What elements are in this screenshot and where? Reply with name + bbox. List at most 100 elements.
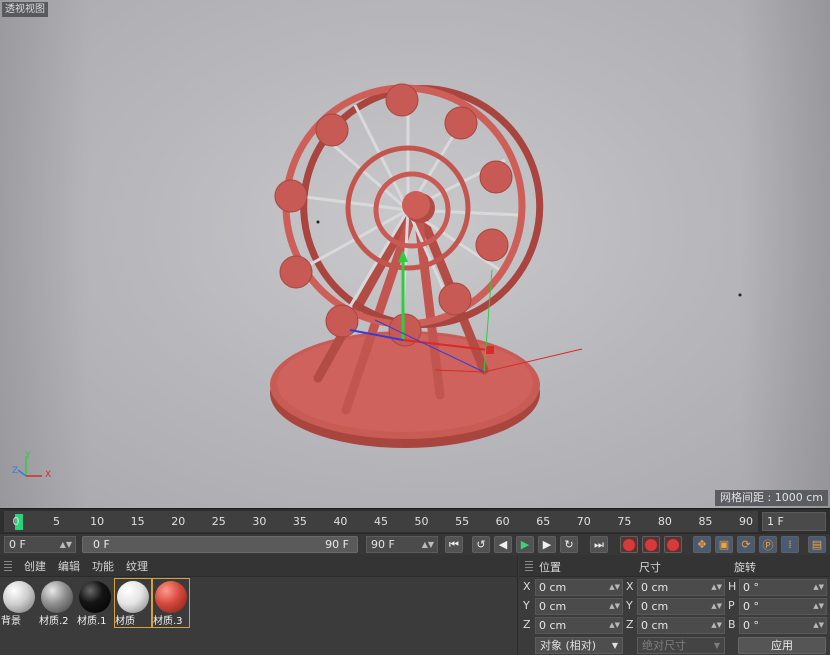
play-icon: ▶ bbox=[520, 538, 530, 551]
range-start-label: 0 F bbox=[93, 538, 110, 551]
spinner-icon[interactable]: ▲▼ bbox=[609, 618, 620, 633]
position-z-field[interactable]: 0 cm ▲▼ bbox=[535, 617, 623, 634]
prev-key-button[interactable]: ↺ bbox=[472, 536, 490, 553]
timeline-ruler[interactable]: 0 5 10 15 20 25 30 35 40 45 50 55 60 65 70 75 80 85 90 1 F bbox=[0, 508, 830, 533]
timeline-tick-label: 65 bbox=[536, 515, 551, 528]
size-header: 尺寸 bbox=[639, 561, 661, 574]
move-key-button[interactable]: ✥ bbox=[693, 536, 711, 553]
spinner-icon[interactable]: ▲▼ bbox=[813, 618, 824, 633]
position-x-field[interactable]: 0 cm ▲▼ bbox=[535, 579, 623, 596]
position-y-field[interactable]: 0 cm ▲▼ bbox=[535, 598, 623, 615]
spinner-icon[interactable]: ▲▼ bbox=[711, 599, 722, 614]
rotation-h-field[interactable]: 0 ° ▲▼ bbox=[739, 579, 827, 596]
timeline-tick-label: 10 bbox=[90, 515, 105, 528]
rotation-b-value: 0 ° bbox=[743, 619, 759, 632]
view-title[interactable]: 透视视图 bbox=[2, 2, 48, 17]
spinner-icon[interactable]: ▲▼ bbox=[422, 537, 434, 552]
size-x-field[interactable]: 0 cm ▲▼ bbox=[637, 579, 725, 596]
material-item[interactable]: 材质 bbox=[114, 578, 152, 628]
axis-label-x: X bbox=[45, 470, 52, 480]
rotate-key-button[interactable]: ⟳ bbox=[737, 536, 755, 553]
timeline-tick-label: 0 bbox=[12, 515, 20, 528]
next-key-icon: ↻ bbox=[564, 538, 574, 551]
timeline-tick-label: 80 bbox=[657, 515, 672, 528]
timeline-tick-label: 15 bbox=[130, 515, 145, 528]
pos-axis-label: Z bbox=[523, 618, 531, 631]
timeline-icon: ▤ bbox=[811, 538, 823, 551]
rotation-header: 旋转 bbox=[734, 561, 756, 574]
autokey-icon bbox=[645, 538, 657, 551]
axis-label-z: Z bbox=[12, 466, 19, 476]
spinner-icon[interactable]: ▲▼ bbox=[609, 599, 620, 614]
timeline-tick-label: 45 bbox=[374, 515, 388, 528]
coordinates-header: 位置 尺寸 旋转 bbox=[519, 555, 830, 577]
position-header: 位置 bbox=[539, 561, 561, 574]
min-time-field[interactable]: 0 F ▲▼ bbox=[4, 536, 76, 553]
spinner-icon[interactable]: ▲▼ bbox=[813, 599, 824, 614]
pla-key-button[interactable]: ⁞ bbox=[781, 536, 799, 553]
timeline-tick-label: 50 bbox=[414, 515, 429, 528]
material-item[interactable]: 材质.1 bbox=[76, 578, 114, 628]
record-button[interactable] bbox=[620, 536, 638, 553]
menu-create[interactable]: 创建 bbox=[24, 558, 46, 574]
frame-ruler[interactable]: 0 5 10 15 20 25 30 35 40 45 50 55 60 65 70 75 80 85 90 bbox=[4, 511, 758, 532]
panel-grip-icon[interactable] bbox=[4, 560, 12, 571]
timeline-tick-label: 60 bbox=[495, 515, 510, 528]
menu-texture[interactable]: 纹理 bbox=[126, 558, 148, 574]
material-menu-bar: 创建 编辑 功能 纹理 bbox=[0, 555, 517, 577]
next-key-button[interactable]: ↻ bbox=[560, 536, 578, 553]
ferris-wheel-model[interactable] bbox=[0, 0, 830, 508]
scale-key-button[interactable]: ▣ bbox=[715, 536, 733, 553]
chevron-down-icon: ▼ bbox=[713, 641, 720, 650]
grid-spacing-label: 网格间距 : 1000 cm bbox=[715, 490, 828, 506]
perspective-viewport[interactable]: Y Z X 透视视图 网格间距 : 1000 cm bbox=[0, 0, 830, 508]
current-frame-field[interactable]: 1 F bbox=[762, 512, 826, 531]
material-preview-ball bbox=[79, 581, 111, 613]
material-name: 材质.2 bbox=[39, 616, 69, 627]
step-forward-icon: ▶ bbox=[542, 538, 552, 551]
pos-axis-label: X bbox=[523, 580, 531, 593]
autokey-button[interactable] bbox=[642, 536, 660, 553]
material-item[interactable]: 材质.2 bbox=[38, 578, 76, 628]
go-to-end-button[interactable]: ⏭ bbox=[590, 536, 608, 553]
rotation-b-field[interactable]: 0 ° ▲▼ bbox=[739, 617, 827, 634]
chevron-down-icon: ▼ bbox=[611, 641, 618, 650]
keyframe-selection-button[interactable] bbox=[664, 536, 682, 553]
spinner-icon[interactable]: ▲▼ bbox=[711, 618, 722, 633]
coord-row-y: Y 0 cm ▲▼ Y 0 cm ▲▼ P 0 ° ▲▼ bbox=[519, 597, 830, 616]
menu-function[interactable]: 功能 bbox=[92, 558, 114, 574]
timeline-tick-label: 90 bbox=[739, 515, 753, 528]
coord-row-z: Z 0 cm ▲▼ Z 0 cm ▲▼ B 0 ° ▲▼ bbox=[519, 616, 830, 635]
rotation-p-field[interactable]: 0 ° ▲▼ bbox=[739, 598, 827, 615]
menu-edit[interactable]: 编辑 bbox=[58, 558, 80, 574]
go-to-start-icon: ⏮ bbox=[449, 537, 459, 551]
pos-axis-label: Y bbox=[523, 599, 530, 612]
spinner-icon[interactable]: ▲▼ bbox=[609, 580, 620, 595]
size-z-value: 0 cm bbox=[641, 619, 669, 632]
max-time-field[interactable]: 90 F ▲▼ bbox=[366, 536, 438, 553]
apply-button[interactable]: 应用 bbox=[738, 637, 826, 654]
material-preview-ball bbox=[117, 581, 149, 613]
step-back-button[interactable]: ◀ bbox=[494, 536, 512, 553]
play-button[interactable]: ▶ bbox=[516, 536, 534, 553]
step-forward-button[interactable]: ▶ bbox=[538, 536, 556, 553]
preview-range-slider[interactable]: 0 F 90 F bbox=[82, 536, 358, 553]
spinner-icon[interactable]: ▲▼ bbox=[60, 537, 72, 552]
axis-label-y: Y bbox=[25, 451, 31, 461]
material-item[interactable]: 背景 bbox=[0, 578, 38, 628]
timeline-button[interactable]: ▤ bbox=[808, 536, 826, 553]
coordinate-mode-dropdown[interactable]: 对象 (相对) ▼ bbox=[535, 637, 623, 654]
prev-key-icon: ↺ bbox=[476, 538, 486, 551]
material-list: 背景 材质.2 材质.1 材质 材质.3 bbox=[0, 578, 190, 628]
param-key-button[interactable]: Ⓟ bbox=[759, 536, 777, 553]
spinner-icon[interactable]: ▲▼ bbox=[711, 580, 722, 595]
size-mode-dropdown[interactable]: 绝对尺寸 ▼ bbox=[637, 637, 725, 654]
size-z-field[interactable]: 0 cm ▲▼ bbox=[637, 617, 725, 634]
go-to-start-button[interactable]: ⏮ bbox=[445, 536, 463, 553]
move-key-icon: ✥ bbox=[697, 538, 707, 551]
size-y-field[interactable]: 0 cm ▲▼ bbox=[637, 598, 725, 615]
material-preview-ball bbox=[41, 581, 73, 613]
material-item[interactable]: 材质.3 bbox=[152, 578, 190, 628]
panel-grip-icon[interactable] bbox=[525, 561, 533, 571]
spinner-icon[interactable]: ▲▼ bbox=[813, 580, 824, 595]
